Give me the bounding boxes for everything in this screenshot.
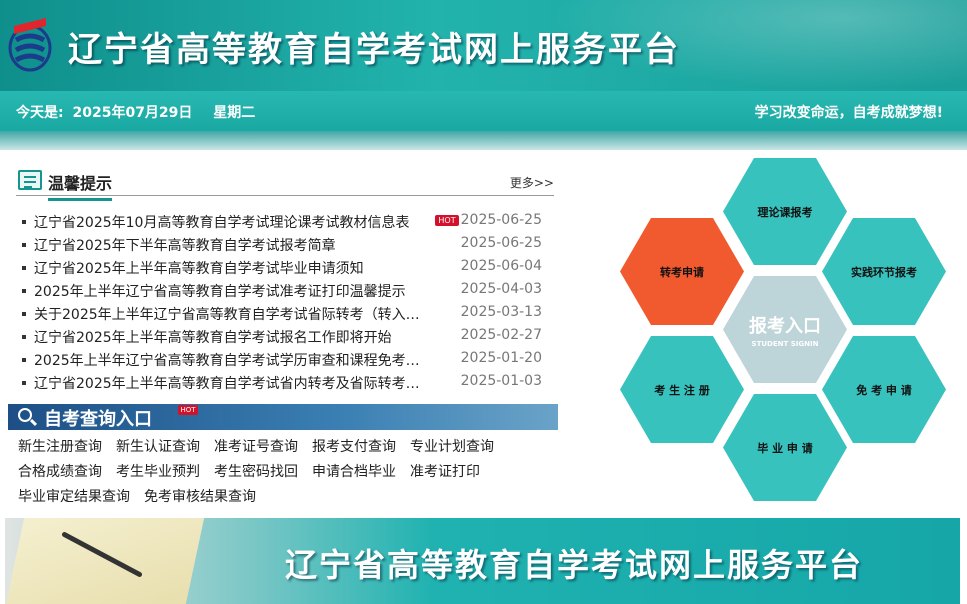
notice-item-date: 2025-06-04 (460, 258, 542, 274)
bullet-icon (22, 220, 26, 224)
hot-badge: HOT (435, 215, 459, 226)
query-link-row: 新生注册查询 新生认证查询 准考证号查询 报考支付查询 专业计划查询 (18, 436, 558, 461)
date-bar: 今天是: 2025年07月29日 星期二 学习改变命运，自考成就梦想! (0, 91, 967, 131)
notice-header: 温馨提示 更多>> (16, 168, 554, 201)
notice-title: 温馨提示 (48, 170, 113, 201)
query-link-row: 毕业审定结果查询 免考审核结果查询 (18, 486, 558, 511)
site-title: 辽宁省高等教育自学考试网上服务平台 (68, 30, 680, 70)
notice-item-date: 2025-06-25 (460, 212, 542, 228)
notice-item-title[interactable]: 辽宁省2025年上半年高等教育自学考试省内转考及省际转考（... (34, 373, 432, 393)
site-logo-icon[interactable] (6, 14, 54, 76)
notice-item-date: 2025-01-20 (460, 350, 542, 366)
notice-item-title[interactable]: 2025年上半年辽宁省高等教育自学考试学历审查和课程免考须知 (34, 350, 432, 370)
notice-item-date: 2025-01-03 (460, 373, 542, 389)
hot-badge: HOT (178, 405, 198, 415)
query-link[interactable]: 合格成绩查询 (18, 464, 102, 480)
bullet-icon (22, 381, 26, 385)
query-link[interactable]: 毕业审定结果查询 (18, 489, 130, 505)
notice-item[interactable]: 辽宁省2025年上半年高等教育自学考试报名工作即将开始 2025-02-27 (20, 325, 550, 348)
notice-item-title[interactable]: 辽宁省2025年下半年高等教育自学考试报考简章 (34, 235, 336, 255)
query-links: 新生注册查询 新生认证查询 准考证号查询 报考支付查询 专业计划查询 合格成绩查询 考生毕业… (18, 436, 558, 511)
query-link[interactable]: 考生毕业预判 (116, 464, 200, 480)
banner-title: 辽宁省高等教育自学考试网上服务平台 (285, 546, 864, 584)
date-label: 今天是: (16, 105, 64, 121)
notice-item[interactable]: 辽宁省2025年10月高等教育自学考试理论课考试教材信息表 HOT 2025-06-… (20, 210, 550, 233)
query-link[interactable]: 准考证号查询 (214, 439, 298, 455)
hex-transfer-application[interactable]: 转考申请 (620, 218, 744, 325)
weekday-value: 星期二 (213, 105, 256, 121)
notice-item-title[interactable]: 辽宁省2025年10月高等教育自学考试理论课考试教材信息表 (34, 212, 409, 232)
notice-list: 辽宁省2025年10月高等教育自学考试理论课考试教材信息表 HOT 2025-06-… (20, 210, 550, 394)
query-header: 自考查询入口 HOT (8, 404, 558, 430)
query-link-row: 合格成绩查询 考生毕业预判 考生密码找回 申请合档毕业 准考证打印 (18, 461, 558, 486)
query-link[interactable]: 免考审核结果查询 (144, 489, 256, 505)
bullet-icon (22, 266, 26, 270)
search-icon (18, 408, 38, 427)
notice-item-date: 2025-04-03 (460, 281, 542, 297)
notice-board-icon (18, 170, 42, 190)
notice-item-title[interactable]: 关于2025年上半年辽宁省高等教育自学考试省际转考（转入）... (34, 304, 432, 324)
bullet-icon (22, 243, 26, 247)
hex-exemption-application[interactable]: 免 考 申 请 (822, 336, 946, 443)
hex-theory-exam-registration[interactable]: 理论课报考 (723, 158, 847, 265)
notice-item[interactable]: 关于2025年上半年辽宁省高等教育自学考试省际转考（转入）... 2025-03-… (20, 302, 550, 325)
query-link[interactable]: 考生密码找回 (214, 464, 298, 480)
footer-banner: 辽宁省高等教育自学考试网上服务平台 (5, 518, 960, 604)
query-link[interactable]: 专业计划查询 (410, 439, 494, 455)
date-display: 今天是: 2025年07月29日 星期二 (16, 102, 259, 122)
query-title: 自考查询入口 (44, 409, 152, 430)
query-link[interactable]: 新生认证查询 (116, 439, 200, 455)
notice-more-link[interactable]: 更多>> (510, 174, 554, 191)
query-link[interactable]: 新生注册查询 (18, 439, 102, 455)
slogan: 学习改变命运，自考成就梦想! (754, 105, 943, 121)
notice-item-date: 2025-02-27 (460, 327, 542, 343)
query-link[interactable]: 报考支付查询 (312, 439, 396, 455)
notice-item-title[interactable]: 辽宁省2025年上半年高等教育自学考试毕业申请须知 (34, 258, 364, 278)
entry-center-title: 报考入口 (749, 315, 821, 337)
hex-registration-entry[interactable]: 报考入口 STUDENT SIGNIN (723, 276, 847, 383)
header-shadow (0, 131, 967, 150)
notice-item[interactable]: 2025年上半年辽宁省高等教育自学考试学历审查和课程免考须知 2025-01-20 (20, 348, 550, 371)
notice-item[interactable]: 2025年上半年辽宁省高等教育自学考试准考证打印温馨提示 2025-04-03 (20, 279, 550, 302)
notice-item[interactable]: 辽宁省2025年上半年高等教育自学考试毕业申请须知 2025-06-04 (20, 256, 550, 279)
date-value: 2025年07月29日 (72, 105, 193, 121)
hex-student-register[interactable]: 考 生 注 册 (620, 336, 744, 443)
bullet-icon (22, 358, 26, 362)
notice-item[interactable]: 辽宁省2025年下半年高等教育自学考试报考简章 2025-06-25 (20, 233, 550, 256)
query-link[interactable]: 准考证打印 (410, 464, 480, 480)
entry-center-subtitle: STUDENT SIGNIN (751, 339, 819, 348)
entry-hex-grid: 理论课报考 转考申请 实践环节报考 报考入口 STUDENT SIGNIN 考 … (616, 158, 956, 503)
bullet-icon (22, 335, 26, 339)
hex-graduation-application[interactable]: 毕 业 申 请 (723, 394, 847, 501)
bullet-icon (22, 289, 26, 293)
query-link[interactable]: 申请合档毕业 (312, 464, 396, 480)
notice-item-title[interactable]: 辽宁省2025年上半年高等教育自学考试报名工作即将开始 (34, 327, 392, 347)
hex-practice-registration[interactable]: 实践环节报考 (822, 218, 946, 325)
notice-item-date: 2025-06-25 (460, 235, 542, 251)
bullet-icon (22, 312, 26, 316)
site-header: 辽宁省高等教育自学考试网上服务平台 今天是: 2025年07月29日 星期二 学… (0, 0, 967, 150)
notice-item-date: 2025-03-13 (460, 304, 542, 320)
notice-item-title[interactable]: 2025年上半年辽宁省高等教育自学考试准考证打印温馨提示 (34, 281, 406, 301)
notebook-image (5, 518, 205, 604)
notice-item[interactable]: 辽宁省2025年上半年高等教育自学考试省内转考及省际转考（... 2025-01-… (20, 371, 550, 394)
